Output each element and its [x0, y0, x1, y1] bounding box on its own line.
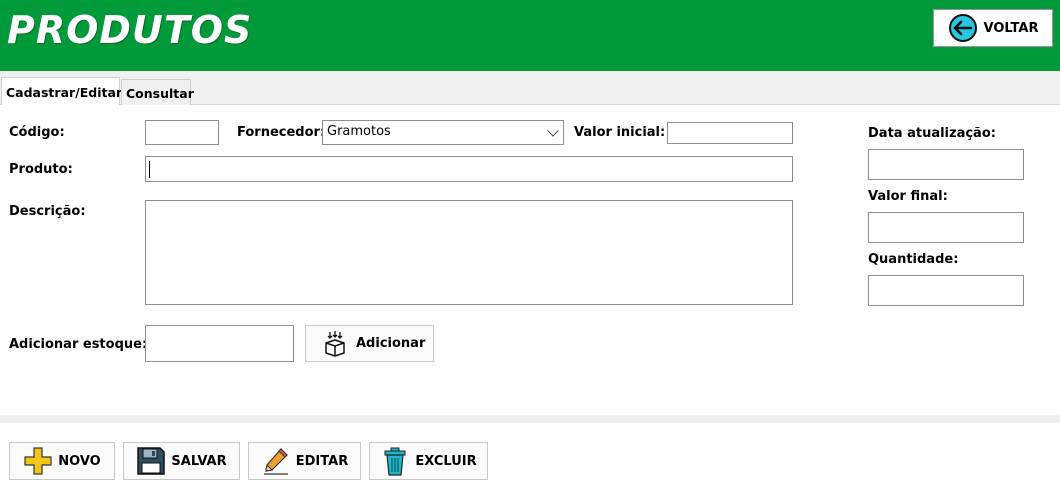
tab-cadastrar-editar[interactable]: Cadastrar/Editar: [1, 77, 122, 106]
salvar-button[interactable]: SALVAR: [123, 442, 240, 480]
floppy-disk-icon: [136, 446, 166, 476]
footer-toolbar: NOVO SALVAR EDITAR EXCLUIR: [0, 423, 1060, 498]
editar-button[interactable]: EDITAR: [248, 442, 361, 480]
adicionar-estoque-label: Adicionar estoque:: [9, 337, 148, 352]
fornecedor-label: Fornecedor:: [237, 125, 326, 140]
novo-button-label: NOVO: [58, 453, 101, 469]
excluir-button[interactable]: EXCLUIR: [369, 442, 488, 480]
fornecedor-value: Gramotos: [327, 124, 391, 139]
codigo-input[interactable]: [145, 120, 219, 145]
descricao-label: Descrição:: [9, 204, 86, 219]
excluir-button-label: EXCLUIR: [415, 453, 477, 469]
editar-button-label: EDITAR: [295, 453, 349, 469]
adicionar-estoque-input[interactable]: [145, 325, 294, 362]
arrow-left-circle-icon: [948, 13, 978, 43]
header-bar: PRODUTOS VOLTAR: [0, 0, 1060, 71]
valor-final-label: Valor final:: [868, 189, 948, 204]
novo-button[interactable]: NOVO: [9, 442, 115, 480]
quantidade-label: Quantidade:: [868, 252, 959, 267]
plus-icon: [23, 446, 53, 476]
adicionar-button[interactable]: Adicionar: [305, 325, 434, 362]
produto-input[interactable]: [145, 156, 793, 182]
valor-inicial-input[interactable]: [667, 122, 793, 144]
descricao-textarea[interactable]: [145, 200, 793, 305]
salvar-button-label: SALVAR: [171, 453, 227, 469]
page-title: PRODUTOS: [7, 8, 253, 52]
tab-strip: Cadastrar/Editar Consultar: [0, 71, 1060, 106]
back-button-label: VOLTAR: [983, 20, 1039, 36]
produto-label: Produto:: [9, 162, 73, 177]
valor-final-input[interactable]: [868, 212, 1024, 243]
trash-icon: [380, 446, 410, 476]
quantidade-input[interactable]: [868, 275, 1024, 306]
pencil-icon: [261, 446, 291, 476]
valor-inicial-label: Valor inicial:: [574, 125, 666, 140]
text-caret: [149, 161, 150, 178]
fornecedor-select[interactable]: Gramotos: [322, 120, 564, 145]
tab-consultar[interactable]: Consultar: [121, 79, 194, 105]
data-atualizacao-label: Data atualização:: [868, 126, 996, 141]
data-atualizacao-input[interactable]: [868, 149, 1024, 180]
codigo-label: Código:: [9, 125, 65, 140]
box-arrows-icon: [322, 330, 348, 357]
back-button[interactable]: VOLTAR: [933, 9, 1053, 47]
form-panel: Código: Fornecedor: Gramotos Valor inici…: [0, 105, 1060, 415]
separator: [0, 415, 1060, 423]
chevron-down-icon: [547, 125, 559, 137]
adicionar-button-label: Adicionar: [356, 336, 426, 351]
